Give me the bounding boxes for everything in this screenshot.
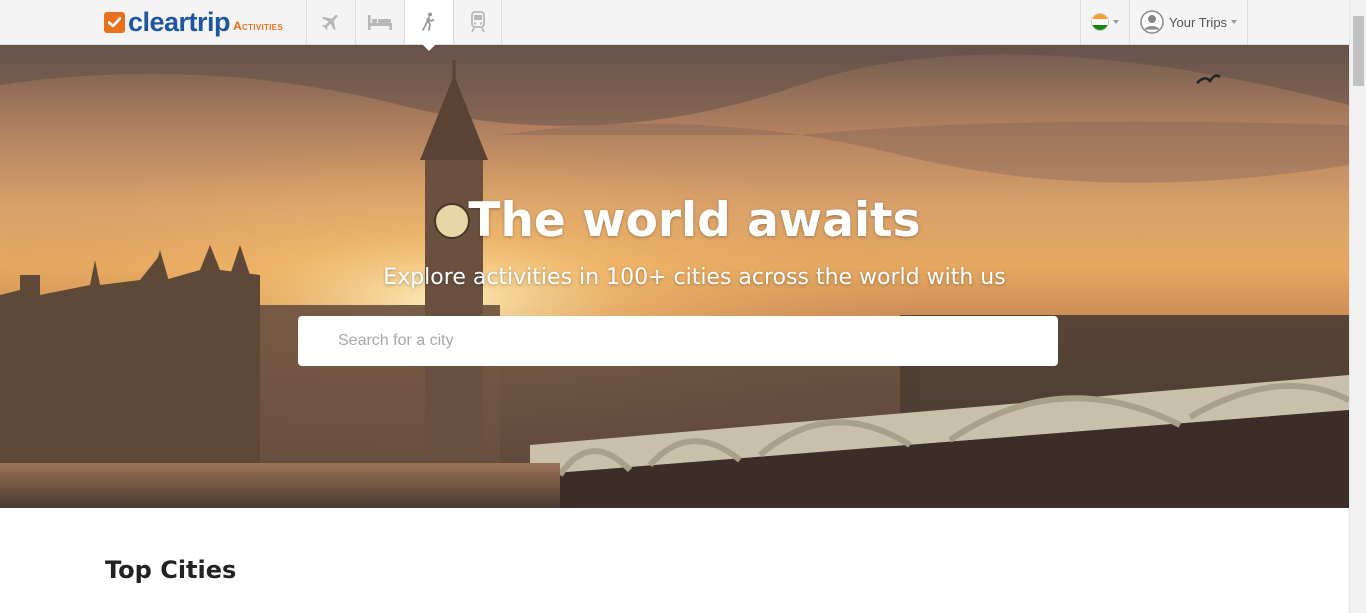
bed-icon: [368, 15, 392, 30]
hero-banner: The world awaits Explore activities in 1…: [0, 45, 1349, 508]
country-selector[interactable]: [1080, 0, 1129, 44]
tab-trains[interactable]: [453, 0, 502, 44]
your-trips-menu[interactable]: Your Trips: [1129, 0, 1249, 44]
city-search-input[interactable]: [298, 316, 1058, 366]
tab-activities[interactable]: [404, 0, 453, 51]
user-avatar-icon: [1140, 10, 1164, 34]
scrollbar-thumb[interactable]: [1353, 16, 1364, 86]
hero-title: The world awaits: [468, 193, 921, 248]
logo-subtitle: Activities: [233, 19, 283, 33]
tab-hotels[interactable]: [355, 0, 404, 44]
logo-text: cleartrip: [128, 7, 231, 37]
walking-person-icon: [422, 12, 435, 31]
airplane-icon: [321, 14, 338, 31]
check-icon: [104, 12, 125, 33]
tab-flights[interactable]: [306, 0, 355, 44]
account-nav: Your Trips: [1080, 0, 1249, 44]
travel-mode-tabs: [306, 0, 502, 51]
chevron-down-icon: [1113, 20, 1119, 24]
page: cleartrip Activities Your Trips The worl…: [0, 0, 1366, 613]
cleartrip-logo[interactable]: cleartrip Activities: [104, 8, 283, 36]
train-icon: [470, 11, 485, 33]
india-flag-icon: [1091, 13, 1109, 31]
chevron-down-icon: [1231, 20, 1238, 24]
hero-subtitle: Explore activities in 100+ cities across…: [383, 265, 1006, 290]
top-cities-heading: Top Cities: [105, 556, 237, 584]
vertical-scrollbar[interactable]: [1349, 0, 1366, 613]
your-trips-label: Your Trips: [1169, 14, 1228, 30]
top-navbar: cleartrip Activities Your Trips: [0, 0, 1349, 51]
